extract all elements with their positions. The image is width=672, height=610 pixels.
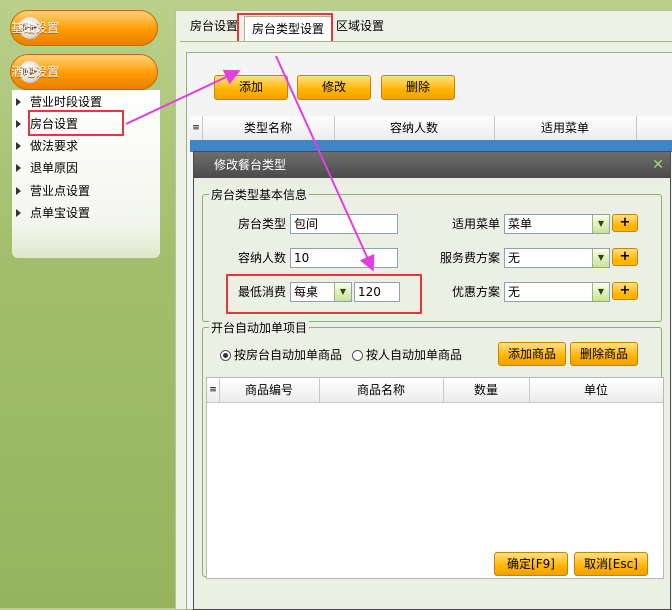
- arrow-tab-to-field: [275, 55, 375, 272]
- annotation-arrows: [125, 55, 375, 272]
- arrow-sidebar-to-tab: [125, 69, 241, 125]
